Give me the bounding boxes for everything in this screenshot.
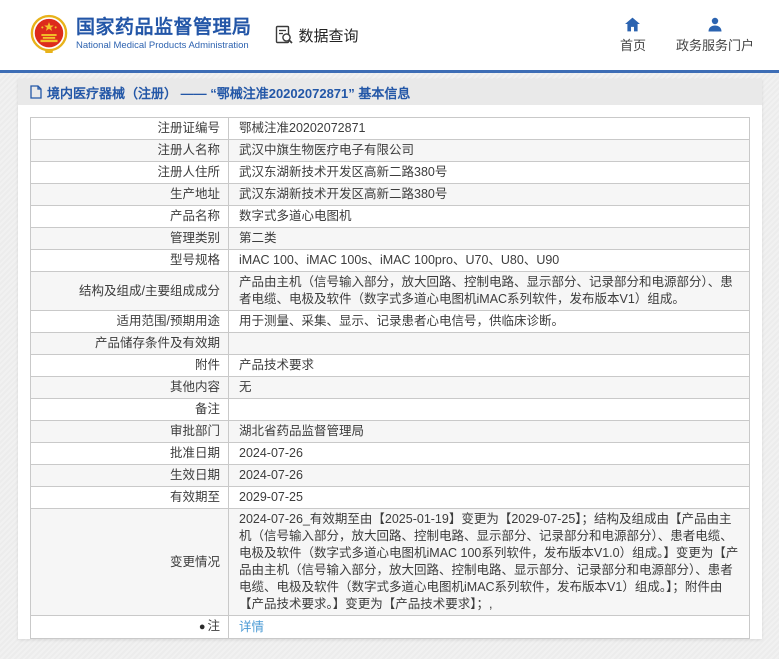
content-card: 境内医疗器械（注册） —— “鄂械注准20202072871” 基本信息 注册证… bbox=[18, 79, 762, 639]
row-label: 管理类别 bbox=[30, 227, 229, 250]
row-value: 产品由主机（信号输入部分，放大回路、控制电路、显示部分、记录部分和电源部分）、患… bbox=[228, 271, 750, 311]
row-label: 结构及组成/主要组成成分 bbox=[30, 271, 229, 311]
table-row: ● 注详情 bbox=[30, 615, 750, 639]
row-value: 用于测量、采集、显示、记录患者心电信号，供临床诊断。 bbox=[228, 310, 750, 333]
row-label: ● 注 bbox=[30, 615, 229, 639]
table-row: 注册证编号 鄂械注准20202072871 bbox=[30, 117, 750, 140]
row-value: 武汉东湖新技术开发区高新二路380号 bbox=[228, 161, 750, 184]
table-row: 注册人名称 武汉中旗生物医疗电子有限公司 bbox=[30, 139, 750, 162]
row-value: 2024-07-26_有效期至由【2025-01-19】变更为【2029-07-… bbox=[228, 508, 750, 616]
row-label: 注册证编号 bbox=[30, 117, 229, 140]
table-row: 批准日期 2024-07-26 bbox=[30, 442, 750, 465]
site-header: 国家药品监督管理局 National Medical Products Admi… bbox=[0, 0, 779, 70]
table-row: 管理类别 第二类 bbox=[30, 227, 750, 250]
table-row: 型号规格 iMAC 100、iMAC 100s、iMAC 100pro、U70、U… bbox=[30, 249, 750, 272]
row-label: 产品名称 bbox=[30, 205, 229, 228]
table-row: 注册人住所 武汉东湖新技术开发区高新二路380号 bbox=[30, 161, 750, 184]
row-label: 型号规格 bbox=[30, 249, 229, 272]
org-name-en: National Medical Products Administration bbox=[76, 40, 249, 52]
site-logo[interactable]: 国家药品监督管理局 National Medical Products Admi… bbox=[30, 13, 252, 57]
row-value: 2029-07-25 bbox=[228, 486, 750, 509]
home-icon bbox=[625, 17, 641, 31]
table-row: 有效期至 2029-07-25 bbox=[30, 486, 750, 509]
row-label: 其他内容 bbox=[30, 376, 229, 399]
nav-home[interactable]: 首页 bbox=[620, 17, 646, 54]
org-name: 国家药品监督管理局 bbox=[76, 17, 252, 39]
row-label: 批准日期 bbox=[30, 442, 229, 465]
table-row: 结构及组成/主要组成成分 产品由主机（信号输入部分，放大回路、控制电路、显示部分、… bbox=[30, 271, 750, 311]
row-value bbox=[228, 398, 750, 421]
data-query-link[interactable]: 数据查询 bbox=[274, 25, 359, 46]
row-label: 注册人住所 bbox=[30, 161, 229, 184]
row-label: 变更情况 bbox=[30, 508, 229, 616]
row-label: 生产地址 bbox=[30, 183, 229, 206]
table-row: 附件 产品技术要求 bbox=[30, 354, 750, 377]
table-row: 适用范围/预期用途 用于测量、采集、显示、记录患者心电信号，供临床诊断。 bbox=[30, 310, 750, 333]
breadcrumb-text: 境内医疗器械（注册） —— “鄂械注准20202072871” 基本信息 bbox=[47, 85, 411, 101]
row-value: 2024-07-26 bbox=[228, 464, 750, 487]
row-value: 数字式多道心电图机 bbox=[228, 205, 750, 228]
row-label: 适用范围/预期用途 bbox=[30, 310, 229, 333]
row-label: 注册人名称 bbox=[30, 139, 229, 162]
row-value: iMAC 100、iMAC 100s、iMAC 100pro、U70、U80、U… bbox=[228, 249, 750, 272]
row-label: 附件 bbox=[30, 354, 229, 377]
document-icon bbox=[30, 85, 42, 99]
row-value: 鄂械注准20202072871 bbox=[228, 117, 750, 140]
table-row: 审批部门 湖北省药品监督管理局 bbox=[30, 420, 750, 443]
data-query-label: 数据查询 bbox=[298, 27, 359, 45]
row-value: 武汉中旗生物医疗电子有限公司 bbox=[228, 139, 750, 162]
nav-gov-portal[interactable]: 政务服务门户 bbox=[676, 17, 754, 54]
document-search-icon bbox=[275, 25, 293, 44]
row-label: 审批部门 bbox=[30, 420, 229, 443]
table-row: 其他内容无 bbox=[30, 376, 750, 399]
nav-home-label: 首页 bbox=[619, 37, 646, 53]
row-value: 第二类 bbox=[228, 227, 750, 250]
row-value: 详情 bbox=[228, 615, 750, 639]
table-row: 变更情况 2024-07-26_有效期至由【2025-01-19】变更为【2029… bbox=[30, 508, 750, 616]
info-table-body: 注册证编号 鄂械注准20202072871 注册人名称 武汉中旗生物医疗电子有限公司注… bbox=[30, 117, 750, 639]
national-emblem-icon bbox=[30, 14, 68, 54]
page-body: 境内医疗器械（注册） —— “鄂械注准20202072871” 基本信息 注册证… bbox=[0, 73, 779, 659]
table-row: 产品名称 数字式多道心电图机 bbox=[30, 205, 750, 228]
row-value: 产品技术要求 bbox=[228, 354, 750, 377]
row-label: 产品储存条件及有效期 bbox=[30, 332, 229, 355]
table-row: 产品储存条件及有效期 bbox=[30, 332, 750, 355]
row-label: 生效日期 bbox=[30, 464, 229, 487]
row-value: 2024-07-26 bbox=[228, 442, 750, 465]
row-label: 备注 bbox=[30, 398, 229, 421]
registration-info-table: 注册证编号 鄂械注准20202072871 注册人名称 武汉中旗生物医疗电子有限公司注… bbox=[30, 117, 750, 639]
note-dot-icon: ● bbox=[198, 621, 206, 633]
row-value bbox=[228, 332, 750, 355]
row-label: 有效期至 bbox=[30, 486, 229, 509]
table-row: 备注 bbox=[30, 398, 750, 421]
table-row: 生产地址 武汉东湖新技术开发区高新二路380号 bbox=[30, 183, 750, 206]
row-value: 湖北省药品监督管理局 bbox=[228, 420, 750, 443]
table-row: 生效日期 2024-07-26 bbox=[30, 464, 750, 487]
nav-gov-portal-label: 政务服务门户 bbox=[675, 37, 754, 53]
user-icon bbox=[708, 17, 722, 31]
header-nav: 首页 政务服务门户 bbox=[620, 17, 754, 54]
row-value: 无 bbox=[228, 376, 750, 399]
breadcrumb: 境内医疗器械（注册） —— “鄂械注准20202072871” 基本信息 bbox=[18, 79, 762, 105]
row-value: 武汉东湖新技术开发区高新二路380号 bbox=[228, 183, 750, 206]
detail-link[interactable]: 详情 bbox=[239, 620, 264, 634]
